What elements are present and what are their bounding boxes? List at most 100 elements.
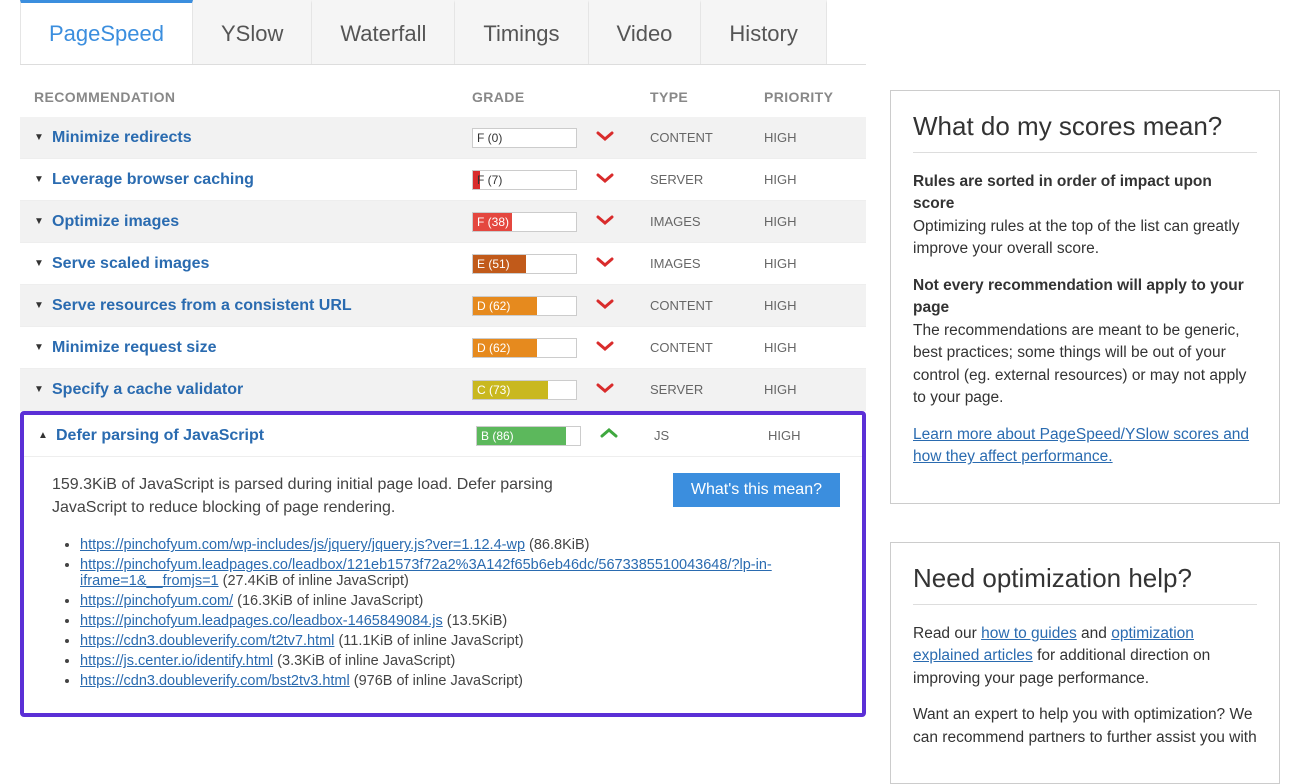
- resource-link[interactable]: https://pinchofyum.com/: [80, 593, 233, 609]
- tab-waterfall[interactable]: Waterfall: [312, 0, 455, 64]
- chevron-down-icon: ▼: [34, 300, 52, 311]
- resource-size: (976B of inline JavaScript): [350, 673, 523, 689]
- grade-cell: D (62): [472, 338, 596, 358]
- list-item: https://pinchofyum.leadpages.co/leadbox-…: [80, 611, 834, 631]
- panel-text: Optimizing rules at the top of the list …: [913, 218, 1240, 257]
- arrow-down-icon: [596, 379, 620, 400]
- recommendation-title[interactable]: Leverage browser caching: [52, 171, 472, 189]
- resource-size: (86.8KiB): [525, 537, 589, 553]
- resource-size: (3.3KiB of inline JavaScript): [273, 653, 455, 669]
- table-row[interactable]: ▼Specify a cache validatorC (73)SERVERHI…: [20, 369, 866, 411]
- table-header: RECOMMENDATION GRADE TYPE PRIORITY: [20, 65, 866, 117]
- type-value: CONTENT: [650, 130, 764, 145]
- table-row[interactable]: ▼Optimize imagesF (38)IMAGESHIGH: [20, 201, 866, 243]
- resource-link[interactable]: https://pinchofyum.leadpages.co/leadbox-…: [80, 613, 443, 629]
- resource-link[interactable]: https://js.center.io/identify.html: [80, 653, 273, 669]
- grade-cell: C (73): [472, 380, 596, 400]
- recommendation-title[interactable]: Defer parsing of JavaScript: [56, 427, 476, 445]
- grade-label: E (51): [473, 257, 510, 271]
- grade-bar: F (7): [472, 170, 577, 190]
- resource-link[interactable]: https://cdn3.doubleverify.com/bst2tv3.ht…: [80, 673, 350, 689]
- whats-this-mean-button[interactable]: What's this mean?: [673, 473, 840, 507]
- recommendation-title[interactable]: Specify a cache validator: [52, 381, 472, 399]
- type-value: IMAGES: [650, 256, 764, 271]
- expanded-recommendation: ▲ Defer parsing of JavaScript B (86) JS …: [20, 411, 866, 717]
- tab-history[interactable]: History: [701, 0, 826, 64]
- grade-label: D (62): [473, 341, 510, 355]
- recommendation-title[interactable]: Optimize images: [52, 213, 472, 231]
- priority-value: HIGH: [764, 256, 852, 271]
- tab-yslow[interactable]: YSlow: [193, 0, 312, 64]
- list-item: https://pinchofyum.com/ (16.3KiB of inli…: [80, 591, 834, 611]
- resource-size: (11.1KiB of inline JavaScript): [334, 633, 523, 649]
- arrow-down-icon: [596, 169, 620, 190]
- list-item: https://cdn3.doubleverify.com/t2tv7.html…: [80, 631, 834, 651]
- scores-panel: What do my scores mean? Rules are sorted…: [890, 90, 1280, 504]
- chevron-down-icon: ▼: [34, 174, 52, 185]
- list-item: https://pinchofyum.com/wp-includes/js/jq…: [80, 535, 834, 555]
- header-priority: PRIORITY: [764, 89, 852, 105]
- grade-bar: C (73): [472, 380, 577, 400]
- recommendation-detail: 159.3KiB of JavaScript is parsed during …: [24, 457, 862, 713]
- resource-list: https://pinchofyum.com/wp-includes/js/jq…: [80, 535, 834, 691]
- panel-text: Want an expert to help you with optimiza…: [913, 704, 1257, 749]
- resource-link[interactable]: https://cdn3.doubleverify.com/t2tv7.html: [80, 633, 334, 649]
- panel-subhead: Not every recommendation will apply to y…: [913, 277, 1244, 316]
- tab-video[interactable]: Video: [589, 0, 702, 64]
- recommendation-title[interactable]: Serve scaled images: [52, 255, 472, 273]
- resource-link[interactable]: https://pinchofyum.leadpages.co/leadbox/…: [80, 557, 772, 589]
- header-recommendation: RECOMMENDATION: [34, 89, 472, 105]
- grade-cell: B (86): [476, 426, 600, 446]
- recommendation-title[interactable]: Minimize request size: [52, 339, 472, 357]
- list-item: https://js.center.io/identify.html (3.3K…: [80, 651, 834, 671]
- chevron-down-icon: ▼: [34, 384, 52, 395]
- priority-value: HIGH: [764, 130, 852, 145]
- resource-link[interactable]: https://pinchofyum.com/wp-includes/js/jq…: [80, 537, 525, 553]
- detail-description: 159.3KiB of JavaScript is parsed during …: [52, 473, 612, 519]
- table-row[interactable]: ▼Leverage browser cachingF (7)SERVERHIGH: [20, 159, 866, 201]
- grade-bar: F (38): [472, 212, 577, 232]
- resource-size: (13.5KiB): [443, 613, 507, 629]
- arrow-down-icon: [596, 127, 620, 148]
- tab-timings[interactable]: Timings: [455, 0, 588, 64]
- grade-label: F (7): [473, 173, 502, 187]
- recommendation-title[interactable]: Minimize redirects: [52, 129, 472, 147]
- chevron-down-icon: ▼: [34, 216, 52, 227]
- sidebar: What do my scores mean? Rules are sorted…: [890, 0, 1280, 731]
- grade-bar: B (86): [476, 426, 581, 446]
- chevron-down-icon: ▼: [34, 258, 52, 269]
- recommendation-list: ▼Minimize redirectsF (0)CONTENTHIGH▼Leve…: [20, 117, 866, 411]
- tab-pagespeed[interactable]: PageSpeed: [20, 0, 193, 64]
- grade-bar: E (51): [472, 254, 577, 274]
- tabs: PageSpeed YSlow Waterfall Timings Video …: [20, 0, 866, 65]
- priority-value: HIGH: [768, 428, 848, 443]
- guides-link[interactable]: how to guides: [981, 625, 1077, 642]
- priority-value: HIGH: [764, 340, 852, 355]
- resource-size: (27.4KiB of inline JavaScript): [219, 573, 409, 589]
- panel-text: The recommendations are meant to be gene…: [913, 322, 1246, 406]
- priority-value: HIGH: [764, 382, 852, 397]
- list-item: https://pinchofyum.leadpages.co/leadbox/…: [80, 555, 834, 591]
- priority-value: HIGH: [764, 172, 852, 187]
- table-row[interactable]: ▼Minimize request sizeD (62)CONTENTHIGH: [20, 327, 866, 369]
- arrow-down-icon: [596, 253, 620, 274]
- grade-cell: F (38): [472, 212, 596, 232]
- table-row[interactable]: ▼Serve resources from a consistent URLD …: [20, 285, 866, 327]
- grade-label: C (73): [473, 383, 510, 397]
- table-row[interactable]: ▲ Defer parsing of JavaScript B (86) JS …: [24, 415, 862, 457]
- arrow-up-icon: [600, 425, 624, 446]
- table-row[interactable]: ▼Minimize redirectsF (0)CONTENTHIGH: [20, 117, 866, 159]
- type-value: CONTENT: [650, 298, 764, 313]
- main-content: PageSpeed YSlow Waterfall Timings Video …: [20, 0, 866, 731]
- chevron-down-icon: ▼: [34, 132, 52, 143]
- header-type: TYPE: [650, 89, 764, 105]
- chevron-up-icon: ▲: [38, 430, 56, 441]
- learn-more-link[interactable]: Learn more about PageSpeed/YSlow scores …: [913, 426, 1249, 465]
- arrow-down-icon: [596, 211, 620, 232]
- type-value: CONTENT: [650, 340, 764, 355]
- table-row[interactable]: ▼Serve scaled imagesE (51) IMAGESHIGH: [20, 243, 866, 285]
- recommendation-title[interactable]: Serve resources from a consistent URL: [52, 297, 472, 315]
- priority-value: HIGH: [764, 214, 852, 229]
- panel-title: What do my scores mean?: [913, 111, 1257, 142]
- help-panel: Need optimization help? Read our how to …: [890, 542, 1280, 784]
